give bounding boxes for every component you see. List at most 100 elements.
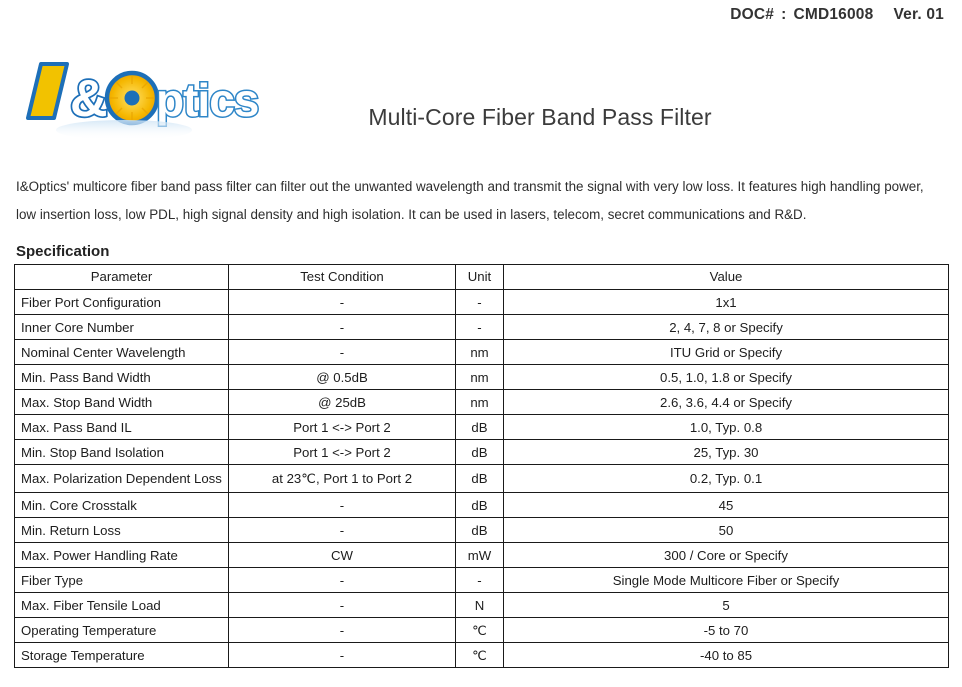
cell-parameter: Min. Pass Band Width [14, 364, 229, 390]
cell-parameter: Min. Return Loss [14, 517, 229, 543]
cell-unit: - [455, 289, 504, 315]
table-row: Max. Pass Band IL Port 1 <-> Port 2 dB 1.0,… [14, 414, 949, 440]
table-row: Nominal Center Wavelength - nm ITU Grid or … [14, 339, 949, 365]
cell-test-condition: Port 1 <-> Port 2 [228, 414, 456, 440]
column-header-test-condition: Test Condition [228, 264, 456, 290]
cell-unit: nm [455, 339, 504, 365]
doc-number-label: DOC# [730, 6, 775, 23]
cell-test-condition: @ 0.5dB [228, 364, 456, 390]
table-header: Parameter Test Condition Unit Value [14, 264, 949, 290]
cell-unit: nm [455, 389, 504, 415]
column-header-unit: Unit [455, 264, 504, 290]
cell-unit: - [455, 314, 504, 340]
doc-number-value: CMD16008 [793, 6, 874, 23]
specification-table-container: Parameter Test Condition Unit Value Fibe… [14, 264, 949, 668]
brand-row: & ptics Multi-Core Fiber Band Pass Filte… [0, 52, 962, 148]
cell-unit: ℃ [455, 617, 504, 643]
cell-test-condition: CW [228, 542, 456, 568]
table-row: Operating Temperature - ℃ -5 to 70 [14, 617, 949, 643]
cell-parameter: Max. Fiber Tensile Load [14, 592, 229, 618]
cell-unit: - [455, 567, 504, 593]
company-logo: & ptics [14, 56, 264, 148]
cell-test-condition: - [228, 642, 456, 668]
table-row: Max. Stop Band Width @ 25dB nm 2.6, 3.6, 4.… [14, 389, 949, 415]
table-row: Max. Power Handling Rate CW mW 300 / Core o… [14, 542, 949, 568]
table-row: Fiber Type - - Single Mode Multicore Fiber … [14, 567, 949, 593]
cell-parameter: Operating Temperature [14, 617, 229, 643]
cell-parameter: Min. Stop Band Isolation [14, 439, 229, 465]
document-header: DOC# : CMD16008 Ver. 01 [730, 6, 944, 24]
table-row: Max. Polarization Dependent Loss at 23℃, … [14, 464, 949, 493]
cell-value: 5 [503, 592, 949, 618]
cell-unit: nm [455, 364, 504, 390]
cell-unit: dB [455, 439, 504, 465]
product-description: I&Optics' multicore fiber band pass filt… [16, 179, 924, 223]
column-header-parameter: Parameter [14, 264, 229, 290]
cell-test-condition: - [228, 517, 456, 543]
cell-parameter: Nominal Center Wavelength [14, 339, 229, 365]
table-row: Min. Core Crosstalk - dB 45 [14, 492, 949, 518]
cell-test-condition: at 23℃, Port 1 to Port 2 [228, 464, 456, 493]
cell-test-condition: Port 1 <-> Port 2 [228, 439, 456, 465]
cell-unit: N [455, 592, 504, 618]
table-row: Max. Fiber Tensile Load - N 5 [14, 592, 949, 618]
cell-parameter: Min. Core Crosstalk [14, 492, 229, 518]
table-row: Min. Stop Band Isolation Port 1 <-> Port … [14, 439, 949, 465]
cell-test-condition: - [228, 592, 456, 618]
cell-test-condition: - [228, 289, 456, 315]
doc-number-separator: : [781, 6, 787, 23]
table-row: Min. Return Loss - dB 50 [14, 517, 949, 543]
cell-value: 300 / Core or Specify [503, 542, 949, 568]
cell-parameter: Storage Temperature [14, 642, 229, 668]
cell-parameter: Fiber Port Configuration [14, 289, 229, 315]
cell-value: -5 to 70 [503, 617, 949, 643]
logo-icon: & ptics [26, 62, 261, 140]
table-row: Storage Temperature - ℃ -40 to 85 [14, 642, 949, 668]
cell-value: 1x1 [503, 289, 949, 315]
logo-wordmark-icon: ptics [155, 73, 261, 128]
cell-value: 1.0, Typ. 0.8 [503, 414, 949, 440]
doc-version: Ver. 01 [893, 6, 944, 23]
cell-value: 0.2, Typ. 0.1 [503, 464, 949, 493]
table-row: Fiber Port Configuration - -1x1 [14, 289, 949, 315]
cell-parameter: Inner Core Number [14, 314, 229, 340]
cell-unit: dB [455, 517, 504, 543]
cell-unit: mW [455, 542, 504, 568]
cell-test-condition: - [228, 617, 456, 643]
cell-parameter: Max. Stop Band Width [14, 389, 229, 415]
cell-parameter: Max. Pass Band IL [14, 414, 229, 440]
cell-value: 2, 4, 7, 8 or Specify [503, 314, 949, 340]
logo-reflection-icon [56, 120, 192, 140]
logo-letter-i-icon [26, 62, 69, 120]
logo-ampersand-icon: & [68, 68, 109, 129]
cell-parameter: Max. Polarization Dependent Loss [14, 464, 229, 493]
svg-text:&: & [70, 70, 108, 128]
cell-value: 0.5, 1.0, 1.8 or Specify [503, 364, 949, 390]
table-header-row: Parameter Test Condition Unit Value [14, 264, 949, 290]
cell-parameter: Fiber Type [14, 567, 229, 593]
cell-value: ITU Grid or Specify [503, 339, 949, 365]
cell-test-condition: - [228, 492, 456, 518]
page-title: Multi-Core Fiber Band Pass Filter [368, 104, 712, 130]
cell-test-condition: @ 25dB [228, 389, 456, 415]
specification-heading: Specification [16, 243, 110, 260]
cell-value: 45 [503, 492, 949, 518]
cell-value: Single Mode Multicore Fiber or Specify [503, 567, 949, 593]
cell-unit: dB [455, 414, 504, 440]
cell-unit: dB [455, 492, 504, 518]
cell-test-condition: - [228, 339, 456, 365]
cell-test-condition: - [228, 567, 456, 593]
specification-table: Parameter Test Condition Unit Value Fibe… [14, 264, 949, 668]
table-row: Inner Core Number - -2, 4, 7, 8 or Specify [14, 314, 949, 340]
column-header-value: Value [503, 264, 949, 290]
cell-value: 2.6, 3.6, 4.4 or Specify [503, 389, 949, 415]
cell-unit: ℃ [455, 642, 504, 668]
cell-unit: dB [455, 464, 504, 493]
logo-circle-o-icon [104, 70, 160, 126]
table-body: Fiber Port Configuration - -1x1 Inner Core … [14, 289, 949, 668]
cell-test-condition: - [228, 314, 456, 340]
cell-value: -40 to 85 [503, 642, 949, 668]
table-row: Min. Pass Band Width @ 0.5dB nm 0.5, 1.0, 1… [14, 364, 949, 390]
cell-value: 25, Typ. 30 [503, 439, 949, 465]
svg-text:ptics: ptics [156, 74, 258, 126]
